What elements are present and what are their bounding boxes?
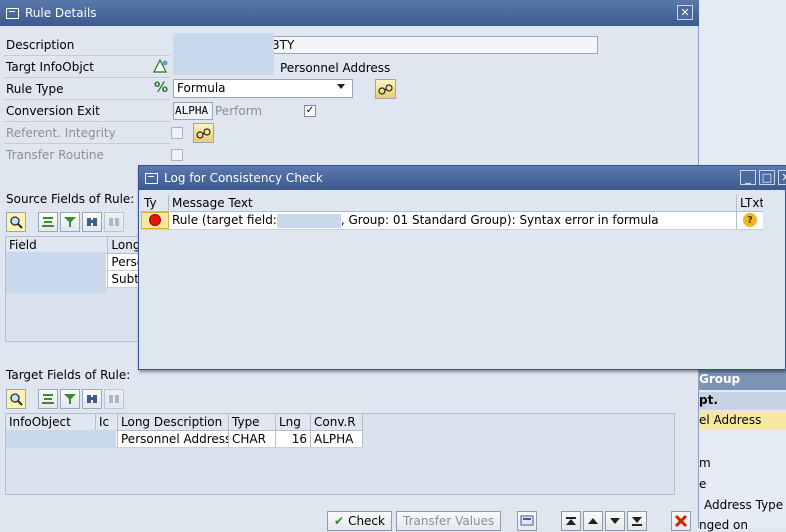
next-page-icon[interactable]	[605, 511, 625, 531]
row-divider	[4, 77, 170, 78]
background-item: e	[699, 477, 707, 491]
log-dialog: Log for Consistency Check _ □ ✕ Ty Messa…	[138, 165, 786, 370]
find-icon[interactable]	[82, 212, 102, 232]
row-divider	[4, 143, 170, 144]
check-icon: ✔	[334, 514, 345, 528]
row-divider	[4, 121, 170, 122]
conversion-exit-field: ALPHA	[173, 102, 213, 120]
filter-icon[interactable]	[60, 212, 80, 232]
source-fields-title: Source Fields of Rule:	[6, 192, 135, 206]
target-grid-header: InfoObject Ic Long Description Type Lng …	[6, 414, 363, 431]
column-header[interactable]: InfoObject	[6, 414, 96, 430]
window-icon	[145, 172, 158, 184]
description-value: 3TY	[272, 38, 295, 52]
background-item: Address Type	[704, 498, 784, 512]
filter-icon[interactable]	[60, 389, 80, 409]
target-toolbar	[6, 389, 124, 409]
referent-integrity-label: Referent. Integrity	[6, 126, 116, 140]
glasses-icon	[196, 127, 211, 139]
window-title: Rule Details	[25, 6, 97, 20]
rule-type-label: Rule Type	[6, 82, 64, 96]
row-divider	[4, 99, 170, 100]
target-infoobject-desc: Personnel Address	[280, 61, 391, 75]
column-header[interactable]: Ty	[141, 195, 169, 211]
last-page-icon[interactable]	[627, 511, 647, 531]
zoom-icon[interactable]	[6, 212, 26, 232]
glasses-icon	[378, 83, 393, 95]
background-item[interactable]: el Address	[699, 411, 786, 430]
display-icon[interactable]	[517, 511, 537, 531]
zoom-icon[interactable]	[6, 389, 26, 409]
redacted-block	[6, 430, 116, 448]
log-dialog-titlebar[interactable]: Log for Consistency Check	[139, 166, 786, 190]
rule-details-titlebar[interactable]: Rule Details	[0, 0, 699, 26]
column-header[interactable]: Long	[108, 237, 140, 253]
background-item: pt.	[699, 392, 786, 410]
rule-type-value: Formula	[177, 81, 226, 95]
error-icon	[141, 212, 169, 229]
transfer-routine-label: Transfer Routine	[6, 148, 104, 162]
message-text: Rule (target field:, Group: 01 Standard …	[169, 212, 737, 229]
previous-page-icon[interactable]	[583, 511, 603, 531]
transfer-routine-checkbox[interactable]	[171, 149, 183, 161]
sort-ascending-icon[interactable]	[38, 212, 58, 232]
minimize-icon[interactable]: _	[740, 170, 756, 185]
cancel-icon[interactable]	[671, 511, 691, 531]
redacted-block	[6, 252, 106, 293]
column-header[interactable]: Conv.R	[311, 414, 363, 430]
column-header[interactable]: Message Text	[169, 195, 737, 211]
referent-integrity-button[interactable]	[193, 123, 214, 143]
help-icon[interactable]: ?	[737, 212, 763, 229]
background-item: nged on	[699, 518, 748, 532]
description-label: Description	[6, 38, 75, 52]
perform-label: Perform	[215, 104, 263, 118]
row-divider	[4, 55, 170, 56]
find-next-icon[interactable]	[104, 389, 124, 409]
rule-type-select[interactable]: Formula	[173, 79, 353, 98]
first-page-icon[interactable]	[561, 511, 581, 531]
column-header[interactable]: Long Description	[118, 414, 229, 430]
close-icon[interactable]: ✕	[778, 170, 786, 185]
edit-formula-button[interactable]	[375, 79, 396, 99]
column-header[interactable]: Field	[6, 237, 109, 253]
chevron-down-icon[interactable]	[337, 84, 345, 89]
background-item: m	[699, 456, 711, 470]
find-next-icon[interactable]	[104, 212, 124, 232]
redacted-block	[276, 213, 341, 228]
log-grid-header: Ty Message Text LTxt	[141, 195, 763, 212]
conversion-exit-label: Conversion Exit	[6, 104, 100, 118]
sort-ascending-icon[interactable]	[38, 389, 58, 409]
transfer-values-button[interactable]: Transfer Values	[396, 511, 502, 531]
table-row[interactable]: Rule (target field:, Group: 01 Standard …	[141, 212, 763, 230]
column-header[interactable]: Ic	[96, 414, 118, 430]
redacted-block	[173, 33, 274, 75]
target-infoobject-label: Targt InfoObjct	[6, 60, 94, 74]
formula-icon: %	[154, 80, 169, 96]
log-dialog-title: Log for Consistency Check	[164, 171, 323, 185]
infoobject-triangle-icon	[153, 59, 168, 73]
find-icon[interactable]	[82, 389, 102, 409]
close-icon[interactable]: ✕	[677, 5, 693, 20]
column-header[interactable]: Type	[229, 414, 276, 430]
column-header[interactable]: LTxt	[737, 195, 763, 211]
referent-integrity-checkbox[interactable]	[171, 127, 183, 139]
log-grid: Ty Message Text LTxt Rule (target field:…	[141, 195, 763, 230]
target-fields-title: Target Fields of Rule:	[6, 368, 131, 382]
column-header[interactable]: Lng	[276, 414, 311, 430]
perform-checkbox[interactable]: ✓	[304, 105, 316, 117]
target-fields-grid: InfoObject Ic Long Description Type Lng …	[5, 413, 675, 495]
maximize-icon[interactable]: □	[759, 170, 775, 185]
source-toolbar	[6, 212, 124, 232]
check-button[interactable]: ✔ Check	[327, 511, 392, 531]
window-icon	[6, 7, 19, 19]
background-header: Group	[699, 370, 786, 390]
